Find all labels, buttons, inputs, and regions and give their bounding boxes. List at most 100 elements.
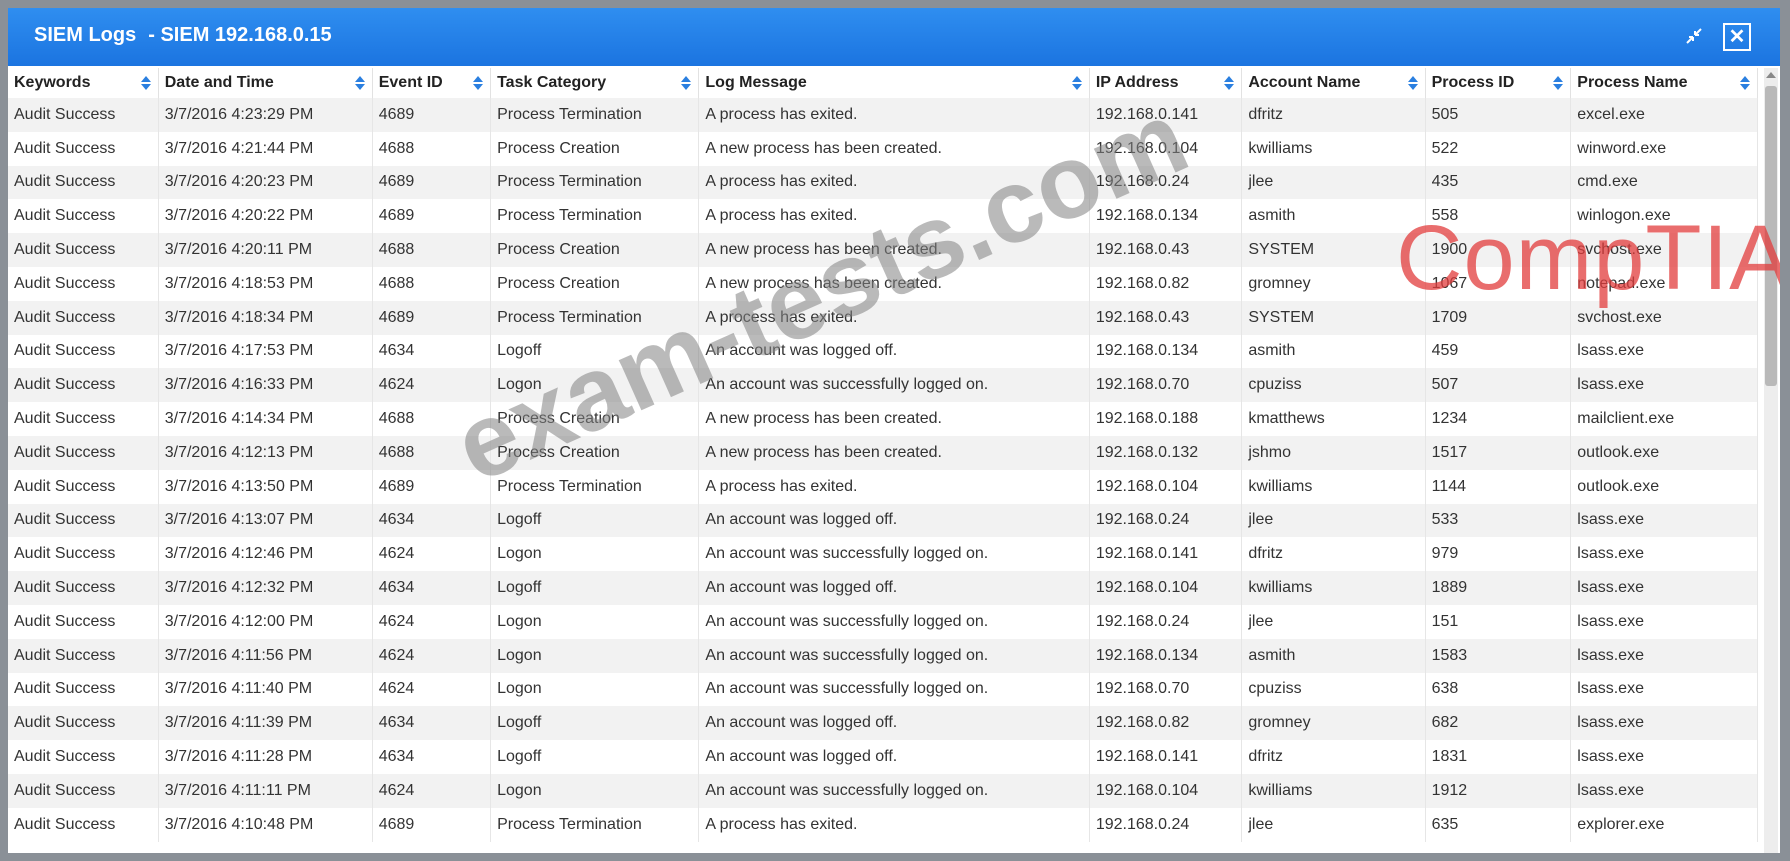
table-row[interactable]: Audit Success 3/7/2016 4:18:34 PM 4689 Proc…: [8, 300, 1758, 335]
sort-icon[interactable]: [1407, 75, 1419, 91]
table-cell: An account was logged off.: [698, 503, 1090, 538]
sort-icon[interactable]: [472, 75, 484, 91]
table-row[interactable]: Audit Success 3/7/2016 4:14:34 PM 4688 Proc…: [8, 402, 1758, 436]
table-row[interactable]: Audit Success 3/7/2016 4:12:00 PM 4624 Logo…: [8, 604, 1758, 639]
column-header[interactable]: IP Address: [1089, 68, 1243, 98]
column-header[interactable]: Account Name: [1241, 68, 1426, 98]
table-row[interactable]: Audit Success 3/7/2016 4:17:53 PM 4634 Logo…: [8, 334, 1758, 369]
column-header-label: IP Address: [1095, 74, 1179, 91]
table-cell: 3/7/2016 4:14:34 PM: [158, 402, 373, 436]
table-cell: 3/7/2016 4:16:33 PM: [158, 368, 373, 403]
table-cell: A process has exited.: [698, 807, 1090, 842]
table-cell: Logoff: [490, 503, 700, 538]
table-cell: SYSTEM: [1241, 233, 1426, 267]
column-header[interactable]: Process ID: [1425, 68, 1572, 98]
table-cell: 3/7/2016 4:12:32 PM: [158, 571, 373, 605]
table-cell: 1144: [1425, 469, 1572, 504]
table-cell: An account was logged off.: [698, 706, 1090, 741]
scrollbar-thumb[interactable]: [1765, 86, 1777, 386]
column-header[interactable]: Date and Time: [158, 68, 373, 98]
table-row[interactable]: Audit Success 3/7/2016 4:11:28 PM 4634 Logo…: [8, 740, 1758, 774]
table-row[interactable]: Audit Success 3/7/2016 4:11:56 PM 4624 Logo…: [8, 638, 1758, 673]
table-row[interactable]: Audit Success 3/7/2016 4:20:22 PM 4689 Proc…: [8, 199, 1758, 234]
table-cell: jshmo: [1241, 435, 1426, 470]
scroll-up-icon[interactable]: [1766, 72, 1776, 78]
table-cell: 192.168.0.104: [1089, 469, 1243, 504]
table-row[interactable]: Audit Success 3/7/2016 4:12:32 PM 4634 Logo…: [8, 571, 1758, 605]
table-row[interactable]: Audit Success 3/7/2016 4:23:29 PM 4689 Proc…: [8, 98, 1758, 132]
shrink-icon-graphic: [1686, 28, 1702, 44]
table-cell: svchost.exe: [1570, 233, 1758, 267]
table-cell: asmith: [1241, 334, 1426, 369]
table-cell: Process Termination: [490, 98, 700, 132]
column-header[interactable]: Log Message: [698, 68, 1090, 98]
table-cell: 192.168.0.104: [1089, 773, 1243, 808]
table-row[interactable]: Audit Success 3/7/2016 4:10:48 PM 4689 Proc…: [8, 807, 1758, 842]
sort-icon[interactable]: [1552, 75, 1564, 91]
column-header-label: Event ID: [378, 74, 443, 91]
table-row[interactable]: Audit Success 3/7/2016 4:21:44 PM 4688 Proc…: [8, 131, 1758, 166]
column-header[interactable]: Keywords: [8, 68, 159, 98]
table-cell: Logon: [490, 638, 700, 673]
table-cell: Audit Success: [8, 165, 159, 200]
sort-icon[interactable]: [1739, 75, 1751, 91]
table-cell: 4688: [372, 402, 492, 436]
vertical-scrollbar[interactable]: [1764, 68, 1778, 853]
table-cell: 4624: [372, 368, 492, 403]
table-cell: gromney: [1241, 706, 1426, 741]
sort-icon[interactable]: [1223, 75, 1235, 91]
table-cell: kwilliams: [1241, 773, 1426, 808]
table-cell: jlee: [1241, 604, 1426, 639]
table-cell: Logoff: [490, 334, 700, 369]
table-row[interactable]: Audit Success 3/7/2016 4:20:23 PM 4689 Proc…: [8, 165, 1758, 200]
table-cell: 3/7/2016 4:17:53 PM: [158, 334, 373, 369]
table-cell: 3/7/2016 4:18:53 PM: [158, 266, 373, 301]
table-cell: 638: [1425, 672, 1572, 707]
table-cell: 435: [1425, 165, 1572, 200]
table-cell: Audit Success: [8, 334, 159, 369]
table-row[interactable]: Audit Success 3/7/2016 4:13:50 PM 4689 Proc…: [8, 469, 1758, 504]
shrink-icon[interactable]: [1682, 26, 1706, 50]
table-cell: outlook.exe: [1570, 469, 1758, 504]
table-cell: 4624: [372, 672, 492, 707]
sort-icon[interactable]: [680, 75, 692, 91]
sort-icon[interactable]: [354, 75, 366, 91]
window-title-prefix: SIEM Logs: [34, 24, 137, 46]
column-header[interactable]: Process Name: [1570, 68, 1758, 98]
table-cell: Logon: [490, 604, 700, 639]
column-header[interactable]: Event ID: [372, 68, 492, 98]
table-row[interactable]: Audit Success 3/7/2016 4:20:11 PM 4688 Proc…: [8, 233, 1758, 267]
table-cell: winlogon.exe: [1570, 199, 1758, 234]
table-cell: Audit Success: [8, 740, 159, 774]
table-row[interactable]: Audit Success 3/7/2016 4:18:53 PM 4688 Proc…: [8, 266, 1758, 301]
sort-icon[interactable]: [140, 75, 152, 91]
column-header-label: Keywords: [14, 74, 91, 91]
table-row[interactable]: Audit Success 3/7/2016 4:11:11 PM 4624 Logo…: [8, 773, 1758, 808]
table-cell: 192.168.0.104: [1089, 131, 1243, 166]
column-header[interactable]: Task Category: [490, 68, 700, 98]
table-row[interactable]: Audit Success 3/7/2016 4:13:07 PM 4634 Logo…: [8, 503, 1758, 538]
table-cell: Audit Success: [8, 368, 159, 403]
table-cell: 151: [1425, 604, 1572, 639]
table-row[interactable]: Audit Success 3/7/2016 4:16:33 PM 4624 Logo…: [8, 368, 1758, 403]
table-cell: dfritz: [1241, 98, 1426, 132]
table-cell: asmith: [1241, 199, 1426, 234]
close-icon[interactable]: ✕: [1723, 23, 1751, 51]
column-header-label: Account Name: [1248, 74, 1361, 91]
table-row[interactable]: Audit Success 3/7/2016 4:11:40 PM 4624 Logo…: [8, 672, 1758, 707]
table-row[interactable]: Audit Success 3/7/2016 4:12:13 PM 4688 Proc…: [8, 435, 1758, 470]
table-row[interactable]: Audit Success 3/7/2016 4:11:39 PM 4634 Logo…: [8, 706, 1758, 741]
table-row[interactable]: Audit Success 3/7/2016 4:12:46 PM 4624 Logo…: [8, 537, 1758, 572]
column-header-label: Task Category: [497, 74, 607, 91]
table-cell: 4688: [372, 435, 492, 470]
table-cell: 522: [1425, 131, 1572, 166]
table-cell: 192.168.0.43: [1089, 233, 1243, 267]
sort-icon[interactable]: [1071, 75, 1083, 91]
table-cell: 558: [1425, 199, 1572, 234]
table-cell: 3/7/2016 4:23:29 PM: [158, 98, 373, 132]
table-cell: A process has exited.: [698, 165, 1090, 200]
table-cell: 3/7/2016 4:20:23 PM: [158, 165, 373, 200]
table-cell: An account was logged off.: [698, 334, 1090, 369]
table-cell: A new process has been created.: [698, 402, 1090, 436]
table-cell: dfritz: [1241, 537, 1426, 572]
